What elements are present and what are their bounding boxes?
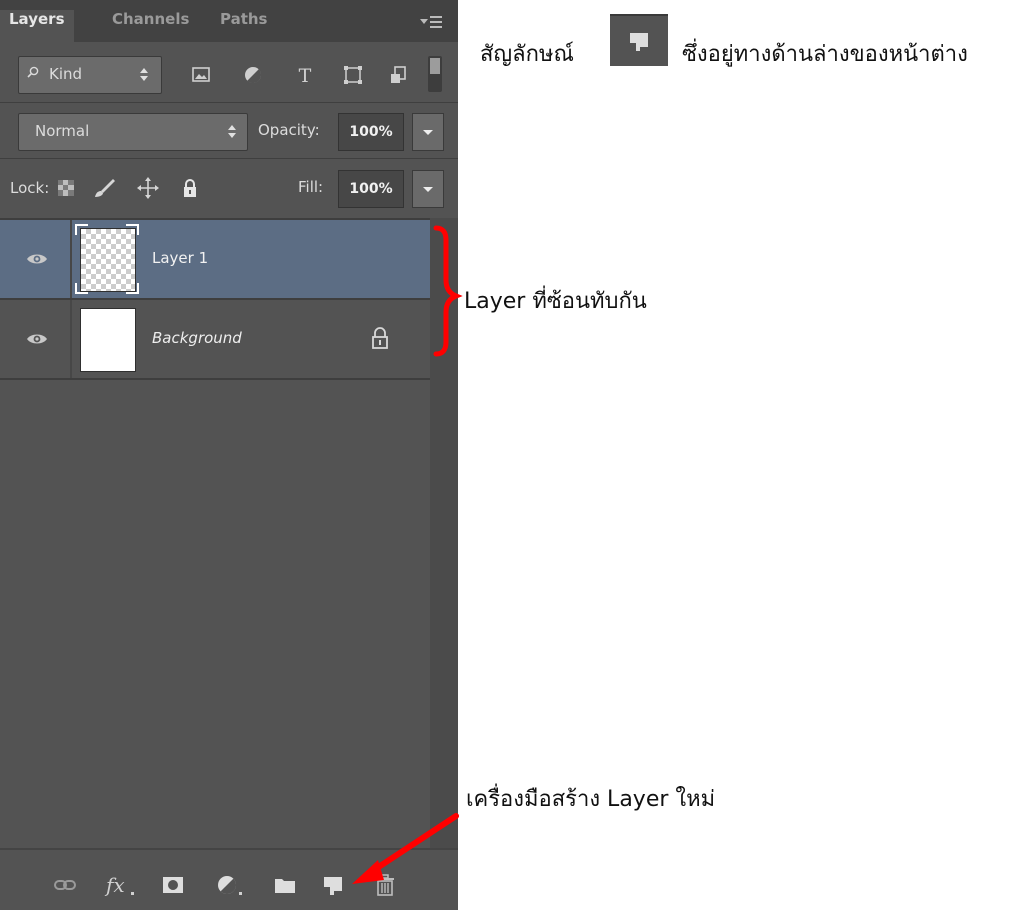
type-layer-filter-icon[interactable]: T: [292, 62, 318, 88]
smart-object-filter-icon[interactable]: [386, 62, 412, 88]
tab-channels[interactable]: Channels: [112, 10, 189, 42]
link-icon[interactable]: [52, 872, 78, 898]
panel-tab-bar: Layers Channels Paths: [0, 0, 458, 42]
lock-transparent-pixels-icon[interactable]: [54, 176, 78, 200]
eye-visibility-icon[interactable]: [26, 332, 48, 346]
selection-brackets-icon: [75, 224, 139, 294]
lock-label: Lock:: [10, 179, 50, 197]
pixel-layer-filter-icon[interactable]: [188, 62, 214, 88]
new-group-folder-icon[interactable]: [272, 872, 298, 898]
updown-arrows-icon: [227, 124, 237, 140]
updown-arrows-icon: [139, 67, 149, 83]
layer-name[interactable]: Background: [152, 329, 242, 347]
layers-list: Layer 1 Background: [0, 218, 458, 848]
layer-row-layer-1[interactable]: Layer 1: [0, 220, 430, 298]
fill-dropdown-button[interactable]: [412, 170, 444, 208]
divider: [70, 300, 72, 378]
panel-menu-icon[interactable]: [420, 14, 444, 32]
layer-locked-padlock-icon: [372, 327, 388, 349]
adjustment-layer-icon[interactable]: [214, 872, 246, 898]
new-layer-icon: [630, 33, 648, 51]
blend-row: Normal Opacity: 100%: [0, 104, 458, 156]
opacity-input[interactable]: 100%: [338, 113, 404, 151]
layers-scrollbar[interactable]: [430, 218, 458, 848]
svg-text:T: T: [299, 65, 312, 87]
layer-row-background[interactable]: Background: [0, 300, 430, 378]
eye-visibility-icon[interactable]: [26, 252, 48, 266]
lock-all-padlock-icon[interactable]: [178, 176, 202, 200]
annotation-overlapping-layers: Layer ที่ซ้อนทับกัน: [464, 289, 647, 314]
annotation-symbol-prefix: สัญลักษณ์: [480, 42, 574, 67]
add-mask-icon[interactable]: [160, 872, 186, 898]
fill-input[interactable]: 100%: [338, 170, 404, 208]
layers-bottom-toolbar: fx: [0, 848, 458, 910]
opacity-label: Opacity:: [258, 121, 320, 139]
layer-name[interactable]: Layer 1: [152, 249, 208, 267]
trash-icon[interactable]: [372, 872, 398, 898]
divider: [0, 158, 458, 159]
filter-toggle-switch[interactable]: [428, 56, 442, 92]
blend-mode-label: Normal: [35, 122, 90, 140]
filter-row: Kind T: [0, 50, 458, 100]
tab-layers[interactable]: Layers: [0, 10, 74, 42]
svg-text:fx: fx: [104, 873, 125, 897]
fill-label: Fill:: [298, 178, 324, 196]
annotation-symbol-suffix: ซึ่งอยู่ทางด้านล่างของหน้าต่าง: [682, 42, 968, 67]
lock-image-pixels-brush-icon[interactable]: [92, 176, 116, 200]
opacity-dropdown-button[interactable]: [412, 113, 444, 151]
tab-paths[interactable]: Paths: [220, 10, 268, 42]
divider: [0, 378, 430, 380]
layers-panel: Layers Channels Paths Kind T Normal Opac…: [0, 0, 458, 910]
search-icon: [27, 66, 39, 78]
divider: [70, 220, 72, 298]
filter-kind-label: Kind: [49, 65, 83, 83]
annotation-new-layer-tool: เครื่องมือสร้าง Layer ใหม่: [466, 787, 716, 812]
fx-icon[interactable]: fx: [104, 872, 138, 898]
adjustment-layer-filter-icon[interactable]: [240, 62, 266, 88]
lock-position-move-icon[interactable]: [136, 176, 160, 200]
lock-row: Lock: Fill: 100%: [0, 162, 458, 214]
filter-kind-select[interactable]: Kind: [18, 56, 162, 94]
new-layer-sample-button: [610, 14, 668, 66]
layer-thumbnail-white: [80, 308, 136, 372]
divider: [0, 102, 458, 103]
new-layer-icon[interactable]: [320, 872, 346, 898]
shape-layer-filter-icon[interactable]: [340, 62, 366, 88]
blend-mode-select[interactable]: Normal: [18, 113, 248, 151]
